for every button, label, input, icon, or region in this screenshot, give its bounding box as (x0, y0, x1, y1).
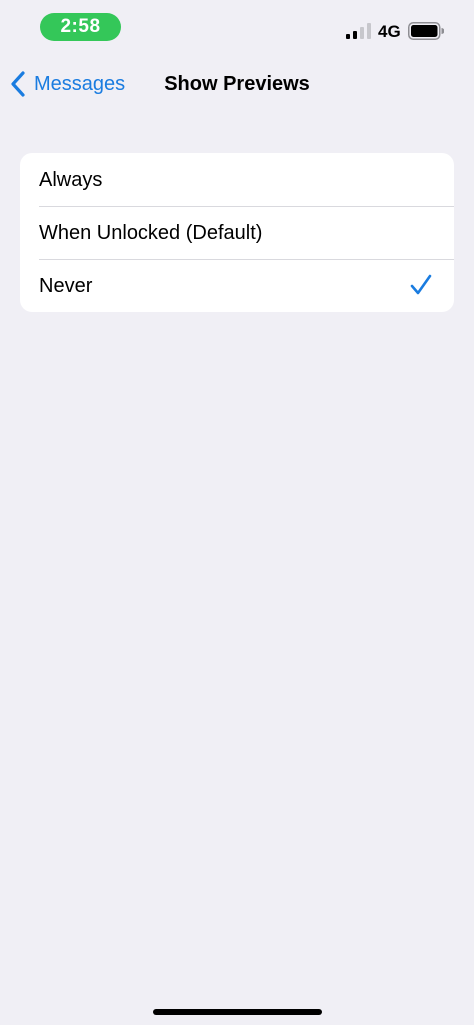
option-never[interactable]: Never (20, 259, 454, 312)
cellular-signal-icon (346, 23, 371, 39)
option-always[interactable]: Always (20, 153, 454, 206)
option-when-unlocked[interactable]: When Unlocked (Default) (20, 206, 454, 259)
show-previews-options-list: Always When Unlocked (Default) Never (20, 153, 454, 312)
navigation-bar: Messages Show Previews (0, 56, 474, 112)
status-time[interactable]: 2:58 (40, 13, 121, 41)
page-title: Show Previews (164, 73, 310, 95)
settings-screen: 2:58 4G Messages Show Previews Always Wh… (0, 0, 474, 1025)
status-bar: 2:58 4G (0, 0, 474, 56)
home-indicator[interactable] (153, 1009, 322, 1015)
network-type-label: 4G (378, 22, 401, 41)
option-label: When Unlocked (Default) (39, 221, 263, 244)
option-label: Never (39, 274, 93, 297)
battery-icon (408, 22, 444, 40)
checkmark-icon (410, 274, 432, 295)
option-label: Always (39, 168, 103, 191)
